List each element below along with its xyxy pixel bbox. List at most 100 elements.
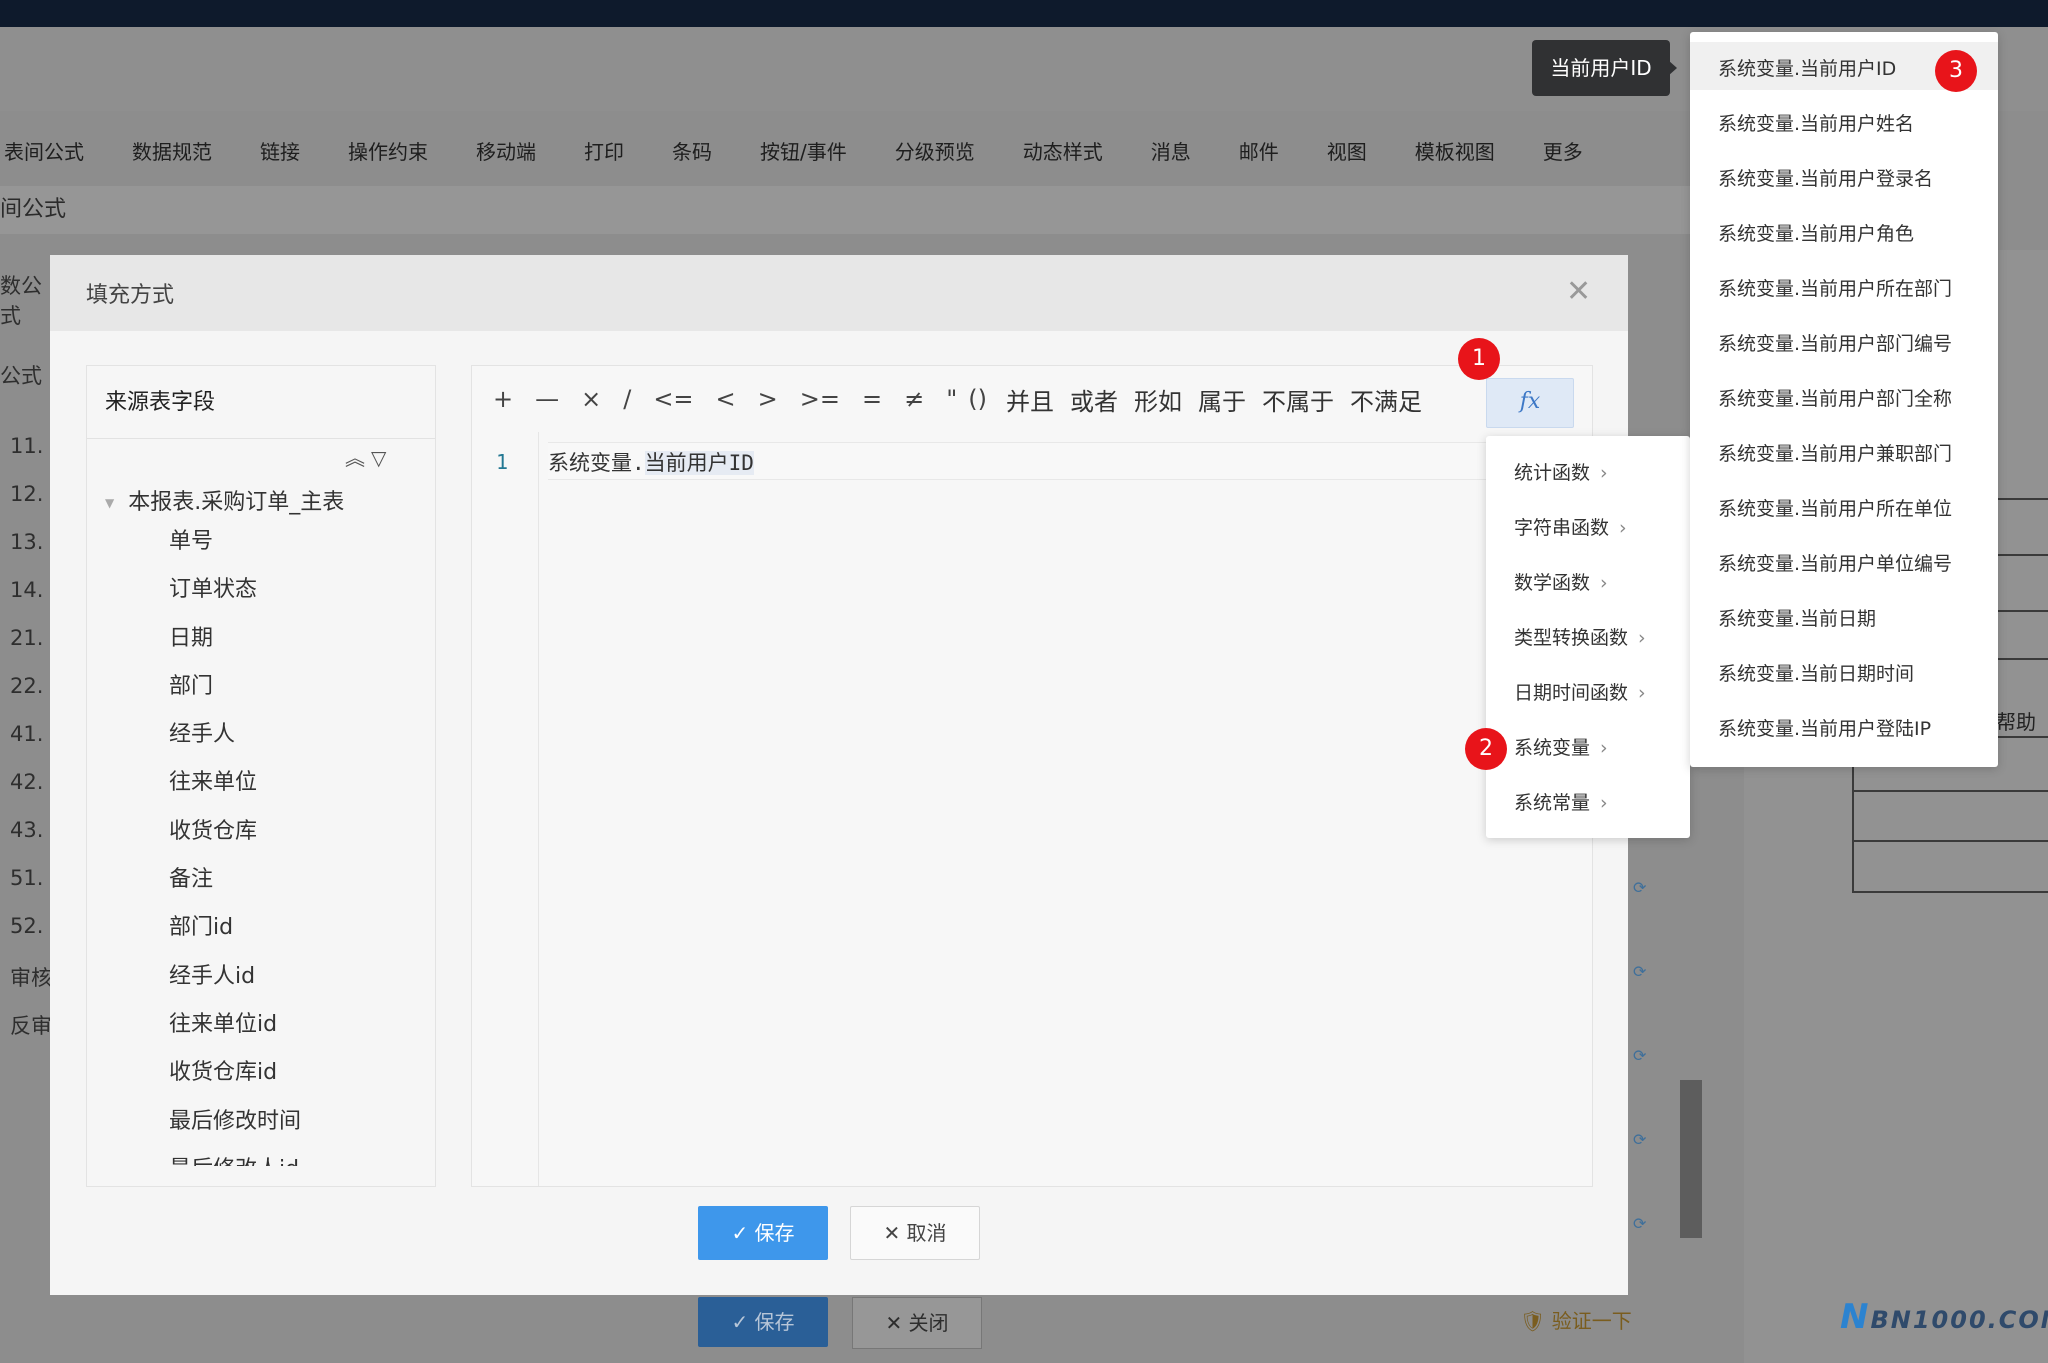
- collapse-all-icon[interactable]: ︽: [345, 446, 371, 470]
- not-match-keyword[interactable]: 不满足: [1350, 382, 1422, 417]
- menu-item-math[interactable]: 数学函数 ›: [1514, 568, 1608, 595]
- field-item[interactable]: 往来单位: [169, 759, 429, 807]
- sysvar-item[interactable]: 系统变量.当前用户ID: [1718, 54, 1896, 81]
- like-keyword[interactable]: 形如: [1134, 382, 1182, 417]
- refresh-icon[interactable]: ⟳: [1633, 1214, 1646, 1233]
- bg-close-button[interactable]: ✕ 关闭: [852, 1297, 982, 1349]
- sysvar-item[interactable]: 系统变量.当前用户角色: [1718, 219, 1914, 246]
- menu-item-type-conversion[interactable]: 类型转换函数 ›: [1514, 623, 1646, 650]
- chevron-right-icon: ›: [1600, 572, 1608, 594]
- code-line[interactable]: 系统变量.当前用户ID: [548, 442, 1592, 480]
- chevron-right-icon: ›: [1638, 627, 1646, 649]
- field-item[interactable]: 收货仓库id: [169, 1049, 429, 1097]
- gte-operator[interactable]: >=: [800, 385, 840, 413]
- top-bar: [0, 0, 2048, 27]
- menu-item-system-constant[interactable]: 系统常量 ›: [1514, 788, 1608, 815]
- field-item[interactable]: 往来单位id: [169, 1001, 429, 1049]
- bg-tab[interactable]: 表间公式: [0, 136, 108, 165]
- paren-operator[interactable]: (): [968, 385, 987, 413]
- tooltip: 当前用户ID: [1532, 40, 1670, 96]
- bg-tab[interactable]: 消息: [1127, 136, 1215, 165]
- plus-operator[interactable]: +: [493, 385, 513, 413]
- sysvar-item[interactable]: 系统变量.当前用户登录名: [1718, 164, 1933, 191]
- bg-tab[interactable]: 分级预览: [871, 136, 999, 165]
- lte-operator[interactable]: <=: [653, 385, 693, 413]
- bg-label: 数公式: [0, 274, 42, 328]
- bg-tab[interactable]: 操作约束: [324, 136, 452, 165]
- sysvar-item[interactable]: 系统变量.当前用户姓名: [1718, 109, 1914, 136]
- cancel-button[interactable]: ✕ 取消: [850, 1206, 980, 1260]
- field-item[interactable]: 最后修改时间: [169, 1098, 429, 1146]
- bg-tab[interactable]: 视图: [1303, 136, 1391, 165]
- bg-row-number: 41.: [10, 722, 44, 746]
- sysvar-item[interactable]: 系统变量.当前用户所在部门: [1718, 274, 1952, 301]
- field-item[interactable]: 日期: [169, 615, 429, 663]
- not-in-keyword[interactable]: 不属于: [1262, 382, 1334, 417]
- menu-item-system-variable[interactable]: 系统变量 ›: [1514, 733, 1608, 760]
- menu-item-datetime[interactable]: 日期时间函数 ›: [1514, 678, 1646, 705]
- refresh-icon[interactable]: ⟳: [1633, 1046, 1646, 1065]
- bg-tab[interactable]: 链接: [236, 136, 324, 165]
- field-item[interactable]: 订单状态: [169, 566, 429, 614]
- bg-tab[interactable]: 数据规范: [108, 136, 236, 165]
- sysvar-item[interactable]: 系统变量.当前用户兼职部门: [1718, 439, 1952, 466]
- bg-tab[interactable]: 动态样式: [999, 136, 1127, 165]
- fx-function-button[interactable]: fx: [1486, 378, 1574, 428]
- save-button[interactable]: ✓ 保存: [698, 1206, 828, 1260]
- caret-down-icon[interactable]: ▼: [105, 496, 114, 510]
- field-item[interactable]: 单号: [169, 518, 429, 566]
- minus-operator[interactable]: —: [535, 385, 559, 413]
- lt-operator[interactable]: <: [716, 385, 736, 413]
- bg-tab[interactable]: 邮件: [1215, 136, 1303, 165]
- field-item[interactable]: 收货仓库: [169, 808, 429, 856]
- field-item[interactable]: 经手人: [169, 711, 429, 759]
- filter-icon[interactable]: ▽: [371, 446, 392, 470]
- bg-tab[interactable]: 更多: [1519, 136, 1607, 165]
- bg-row-number: 43.: [10, 818, 44, 842]
- bg-tab[interactable]: 条码: [648, 136, 736, 165]
- field-item[interactable]: 经手人id: [169, 953, 429, 1001]
- field-item[interactable]: 备注: [169, 856, 429, 904]
- refresh-icon[interactable]: ⟳: [1633, 878, 1646, 897]
- bg-tab[interactable]: 移动端: [452, 136, 560, 165]
- menu-item-string[interactable]: 字符串函数 ›: [1514, 513, 1627, 540]
- bg-save-button[interactable]: ✓ 保存: [698, 1297, 828, 1347]
- bg-tab[interactable]: 打印: [560, 136, 648, 165]
- multiply-operator[interactable]: ×: [581, 385, 601, 413]
- and-keyword[interactable]: 并且: [1006, 382, 1054, 417]
- refresh-icon[interactable]: ⟳: [1633, 1130, 1646, 1149]
- field-item[interactable]: 部门: [169, 663, 429, 711]
- divide-operator[interactable]: ∕: [623, 385, 631, 413]
- bg-tab[interactable]: 按钮/事件: [736, 136, 871, 165]
- sysvar-item[interactable]: 系统变量.当前用户单位编号: [1718, 549, 1952, 576]
- eq-operator[interactable]: =: [862, 385, 882, 413]
- sysvar-item[interactable]: 系统变量.当前用户登陆IP: [1718, 714, 1931, 741]
- verify-link[interactable]: 🛡 验证一下: [1520, 1305, 1632, 1334]
- fill-mode-dialog: 填充方式 ✕ 来源表字段 ︽▽ ▼ 本报表.采购订单_主表 单号 订单状态 日期 …: [50, 255, 1628, 1295]
- menu-item-label: 日期时间函数: [1514, 682, 1629, 704]
- bg-tab[interactable]: 模板视图: [1391, 136, 1519, 165]
- close-icon[interactable]: ✕: [1566, 277, 1591, 307]
- in-keyword[interactable]: 属于: [1198, 382, 1246, 417]
- sysvar-item[interactable]: 系统变量.当前用户部门全称: [1718, 384, 1952, 411]
- sysvar-item[interactable]: 系统变量.当前日期: [1718, 604, 1876, 631]
- menu-item-statistics[interactable]: 统计函数 ›: [1514, 458, 1608, 485]
- gt-operator[interactable]: >: [758, 385, 778, 413]
- sysvar-item[interactable]: 系统变量.当前用户部门编号: [1718, 329, 1952, 356]
- chevron-right-icon: ›: [1619, 517, 1627, 539]
- bg-row-number: 反审: [10, 1014, 52, 1038]
- or-keyword[interactable]: 或者: [1070, 382, 1118, 417]
- sysvar-item[interactable]: 系统变量.当前用户所在单位: [1718, 494, 1952, 521]
- step-badge-2: 2: [1465, 728, 1507, 770]
- quote-operator[interactable]: ": [946, 385, 957, 413]
- neq-operator[interactable]: ≠: [904, 385, 924, 413]
- watermark: NBN1000.COM: [1840, 1297, 2048, 1337]
- field-item[interactable]: 部门id: [169, 904, 429, 952]
- tree-root-node[interactable]: ▼ 本报表.采购订单_主表: [105, 484, 344, 516]
- verify-label: 验证一下: [1551, 1309, 1632, 1333]
- refresh-icon[interactable]: ⟳: [1633, 962, 1646, 981]
- sysvar-item[interactable]: 系统变量.当前日期时间: [1718, 659, 1914, 686]
- code-text[interactable]: 系统变量.当前用户ID: [548, 447, 754, 477]
- background-scrollbar[interactable]: [1680, 1080, 1702, 1238]
- bg-row-number: 14.: [10, 578, 44, 602]
